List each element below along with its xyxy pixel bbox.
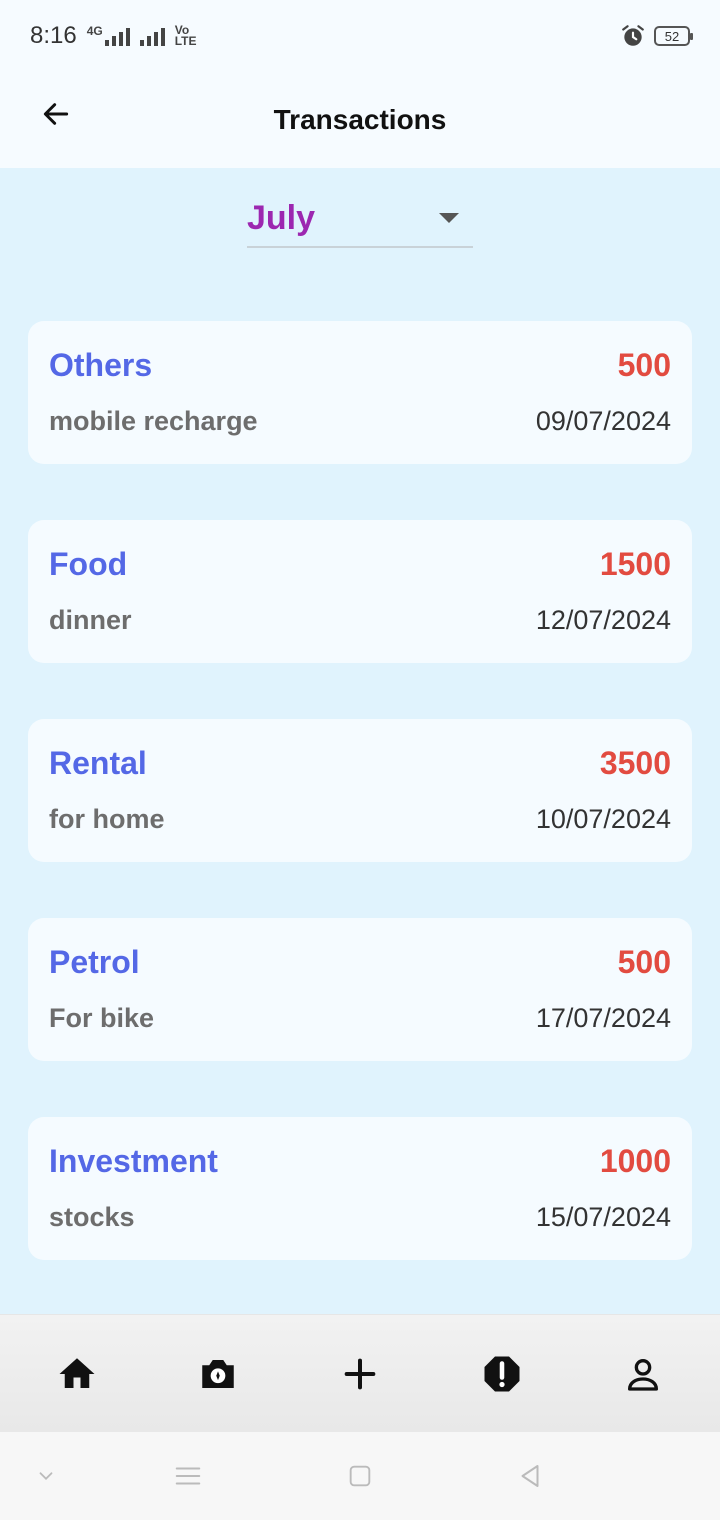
transaction-category: Food (49, 546, 128, 582)
transaction-card[interactable]: Rental 3500 for home 10/07/2024 (28, 719, 692, 862)
square-icon (349, 1465, 371, 1487)
system-back-button[interactable] (514, 1460, 546, 1492)
transaction-amount: 1000 (599, 1143, 671, 1179)
content-area: July Others 500 mobile recharge 09/07/20… (0, 168, 720, 1314)
camera-icon (202, 1359, 235, 1388)
nav-alert-button[interactable] (472, 1344, 532, 1404)
transaction-card[interactable]: Petrol 500 For bike 17/07/2024 (28, 918, 692, 1061)
nav-profile-button[interactable] (613, 1344, 673, 1404)
status-right: 52 (620, 23, 693, 49)
network-indicator: 4G (86, 24, 130, 46)
alert-icon (484, 1356, 520, 1391)
bottom-navigation (0, 1314, 720, 1432)
transaction-amount: 500 (617, 944, 671, 980)
transaction-date: 15/07/2024 (535, 1202, 671, 1232)
transaction-date: 17/07/2024 (535, 1003, 671, 1033)
battery-level: 52 (664, 28, 680, 44)
back-arrow-icon (43, 103, 69, 125)
status-left: 8:16 4G Vo LTE (30, 22, 197, 50)
transaction-amount: 1500 (599, 546, 671, 582)
month-dropdown[interactable]: July (247, 190, 473, 248)
transaction-note: mobile recharge (49, 406, 258, 436)
app-bar: Transactions (0, 72, 720, 168)
system-menu-button[interactable] (172, 1460, 204, 1492)
system-home-button[interactable] (344, 1460, 376, 1492)
transaction-card[interactable]: Investment 1000 stocks 15/07/2024 (28, 1117, 692, 1260)
page-title: Transactions (273, 104, 447, 135)
nav-camera-button[interactable] (188, 1344, 248, 1404)
menu-icon (175, 1467, 201, 1485)
transaction-date: 09/07/2024 (535, 406, 671, 436)
nav-add-button[interactable] (330, 1344, 390, 1404)
signal-icon (104, 26, 130, 46)
transaction-category: Rental (49, 745, 147, 781)
volte-label-bottom: LTE (174, 34, 197, 48)
status-bar: 8:16 4G Vo LTE 52 (0, 0, 720, 72)
back-button[interactable] (36, 94, 76, 134)
chevron-down-icon (439, 213, 459, 223)
transaction-list: Others 500 mobile recharge 09/07/2024 Fo… (28, 321, 692, 1316)
transaction-card[interactable]: Others 500 mobile recharge 09/07/2024 (28, 321, 692, 464)
nav-home-button[interactable] (47, 1344, 107, 1404)
transaction-category: Petrol (49, 944, 140, 980)
system-collapse-button[interactable] (30, 1460, 62, 1492)
transaction-note: for home (49, 804, 165, 834)
system-navigation-bar (0, 1432, 720, 1520)
chevron-down-icon (39, 1472, 53, 1481)
plus-icon (344, 1358, 376, 1389)
month-value: July (247, 198, 316, 237)
transaction-date: 12/07/2024 (535, 605, 671, 635)
transaction-card[interactable]: Food 1500 dinner 12/07/2024 (28, 520, 692, 663)
status-time: 8:16 (30, 22, 77, 49)
transaction-date: 10/07/2024 (535, 804, 671, 834)
transaction-note: stocks (49, 1202, 135, 1232)
transaction-category: Others (49, 347, 153, 383)
transaction-note: dinner (49, 605, 132, 635)
triangle-back-icon (521, 1465, 539, 1487)
profile-icon (628, 1358, 659, 1391)
home-icon (59, 1357, 95, 1388)
battery-icon: 52 (654, 26, 693, 46)
network-type-label: 4G (86, 24, 103, 38)
transaction-category: Investment (49, 1143, 218, 1179)
alarm-icon (622, 25, 644, 46)
signal-icon-sim2 (139, 26, 165, 46)
transaction-amount: 500 (617, 347, 671, 383)
volte-indicator: Vo LTE (174, 24, 197, 48)
transaction-amount: 3500 (599, 745, 671, 781)
transaction-note: For bike (49, 1003, 155, 1033)
